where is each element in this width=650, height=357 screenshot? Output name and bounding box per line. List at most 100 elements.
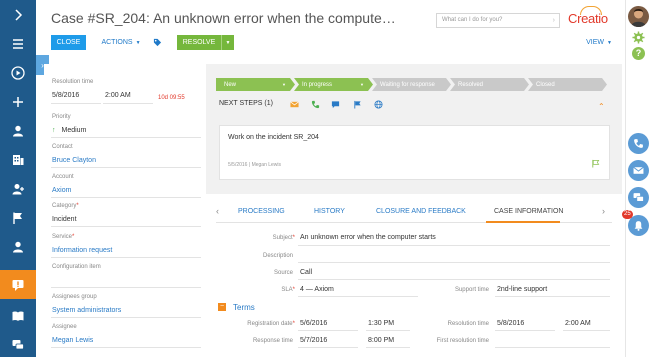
divider — [51, 317, 201, 318]
actions-button[interactable]: ACTIONS ▼ — [97, 35, 145, 50]
tabs-scroll-right-icon[interactable]: › — [602, 206, 605, 216]
contact-icon[interactable] — [0, 232, 36, 261]
resolve-button[interactable]: RESOLVE — [177, 35, 221, 50]
priority-field[interactable]: ↑ Medium — [52, 127, 86, 134]
resolution-date-field[interactable]: 5/8/2016 — [497, 320, 524, 327]
notifications-bell-icon[interactable]: 25 — [622, 210, 649, 236]
stage-in-progress[interactable]: In progress ▼ — [294, 78, 373, 91]
stage-label: Closed — [536, 81, 555, 88]
plus-icon[interactable] — [0, 87, 36, 116]
logo: Creatio — [568, 6, 608, 26]
tabs-scroll-left-icon[interactable]: ‹ — [216, 206, 219, 216]
divider — [103, 103, 153, 104]
stage-closed[interactable]: Closed — [528, 78, 607, 91]
gear-icon[interactable] — [632, 31, 645, 44]
response-date-field[interactable]: 5/7/2016 — [300, 337, 327, 344]
service-label: Service* — [52, 234, 75, 240]
call-icon[interactable] — [310, 99, 320, 109]
contact-icon[interactable] — [0, 116, 36, 145]
flag-icon[interactable] — [0, 203, 36, 232]
message-icon[interactable] — [330, 99, 340, 109]
task-title[interactable]: Work on the incident SR_204 — [228, 134, 319, 141]
support-time-field[interactable]: 2nd-line support — [497, 286, 547, 293]
view-button[interactable]: VIEW ▼ — [583, 35, 615, 50]
tag-icon[interactable] — [150, 35, 165, 50]
stage-resolved[interactable]: Resolved — [450, 78, 529, 91]
resolution-time-field[interactable]: 2:00 AM — [565, 320, 591, 327]
logo-arc — [580, 6, 602, 15]
resolution-time-label: Resolution time — [52, 79, 94, 85]
complete-flag-icon[interactable] — [591, 159, 600, 168]
assignee-link[interactable]: Megan Lewis — [52, 337, 93, 344]
chat-icon[interactable] — [0, 330, 36, 357]
collapse-chevron-up-icon[interactable]: ⌃ — [598, 102, 605, 111]
category-field[interactable]: Incident — [52, 216, 77, 223]
sla-label-text: SLA — [281, 287, 293, 293]
first-resolution-time-label: First resolution time — [436, 338, 489, 344]
avatar[interactable] — [628, 6, 649, 27]
contact-link[interactable]: Bruce Clayton — [52, 157, 96, 164]
divider — [51, 287, 201, 288]
registration-time-field[interactable]: 1:30 PM — [368, 320, 394, 327]
email-icon[interactable] — [628, 160, 649, 181]
knowledge-icon[interactable] — [0, 301, 36, 330]
subject-field[interactable]: An unknown error when the computer start… — [300, 234, 436, 241]
divider — [298, 296, 418, 297]
divider — [563, 330, 610, 331]
arrow-up-icon: ↑ — [52, 127, 56, 134]
caret-down-icon: ▼ — [606, 39, 612, 46]
source-field[interactable]: Call — [300, 269, 312, 276]
menu-icon[interactable] — [0, 29, 36, 58]
priority-label: Priority — [52, 114, 71, 120]
account-icon[interactable] — [0, 145, 36, 174]
service-link[interactable]: Information request — [52, 247, 112, 254]
divider — [51, 347, 201, 348]
close-button[interactable]: CLOSE — [51, 35, 86, 50]
sla-label: SLA* — [281, 287, 295, 293]
flag-icon[interactable] — [352, 99, 362, 109]
search-input[interactable]: What can I do for you? › — [436, 13, 560, 28]
divider — [51, 197, 201, 198]
tab-case-information[interactable]: CASE INFORMATION — [494, 208, 563, 215]
contact-label: Contact — [52, 144, 73, 150]
stage-new[interactable]: New ▼ — [216, 78, 295, 91]
configuration-item-label: Configuration item — [52, 264, 101, 270]
email-icon[interactable] — [289, 99, 299, 109]
divider — [298, 347, 358, 348]
account-link[interactable]: Axiom — [52, 187, 71, 194]
registration-date-field[interactable]: 5/6/2016 — [300, 320, 327, 327]
divider — [298, 262, 610, 263]
tab-history[interactable]: HISTORY — [314, 208, 345, 215]
divider — [366, 347, 410, 348]
phone-icon[interactable] — [628, 133, 649, 154]
stage-label: Waiting for response — [380, 81, 435, 88]
priority-value: Medium — [61, 127, 87, 134]
assignees-group-link[interactable]: System administrators — [52, 307, 121, 314]
resolution-time-field[interactable]: 2:00 AM — [105, 92, 131, 99]
terms-group-title[interactable]: Terms — [233, 303, 255, 312]
next-steps-label: NEXT STEPS (1) — [219, 100, 273, 107]
tab-closure-feedback[interactable]: CLOSURE AND FEEDBACK — [376, 208, 466, 215]
collapse-minus-icon[interactable]: − — [218, 303, 226, 311]
resolution-date-field[interactable]: 5/8/2016 — [52, 92, 79, 99]
source-label: Source — [273, 270, 293, 276]
play-icon[interactable] — [0, 58, 36, 87]
chevron-right-icon[interactable] — [0, 0, 36, 29]
overdue-indicator: 10d 09:55 — [158, 95, 185, 101]
stage-waiting[interactable]: Waiting for response — [372, 78, 451, 91]
notification-count-badge: 25 — [622, 210, 633, 219]
sla-field[interactable]: 4 — Axiom — [300, 286, 334, 293]
divider — [366, 330, 410, 331]
response-time-field[interactable]: 8:00 PM — [368, 337, 394, 344]
resolve-dropdown-button[interactable]: ▼ — [221, 35, 234, 50]
help-icon[interactable]: ? — [632, 47, 645, 60]
assignees-group-label: Assignees group — [52, 294, 97, 300]
stage-label: New — [224, 81, 237, 88]
chat-icon[interactable] — [628, 187, 649, 208]
caret-down-icon: ▼ — [360, 82, 364, 87]
globe-icon[interactable] — [373, 99, 383, 109]
subject-label-text: Subject — [272, 235, 293, 241]
leads-icon[interactable] — [0, 174, 36, 203]
tab-processing[interactable]: PROCESSING — [238, 208, 285, 215]
cases-icon[interactable] — [0, 270, 36, 299]
